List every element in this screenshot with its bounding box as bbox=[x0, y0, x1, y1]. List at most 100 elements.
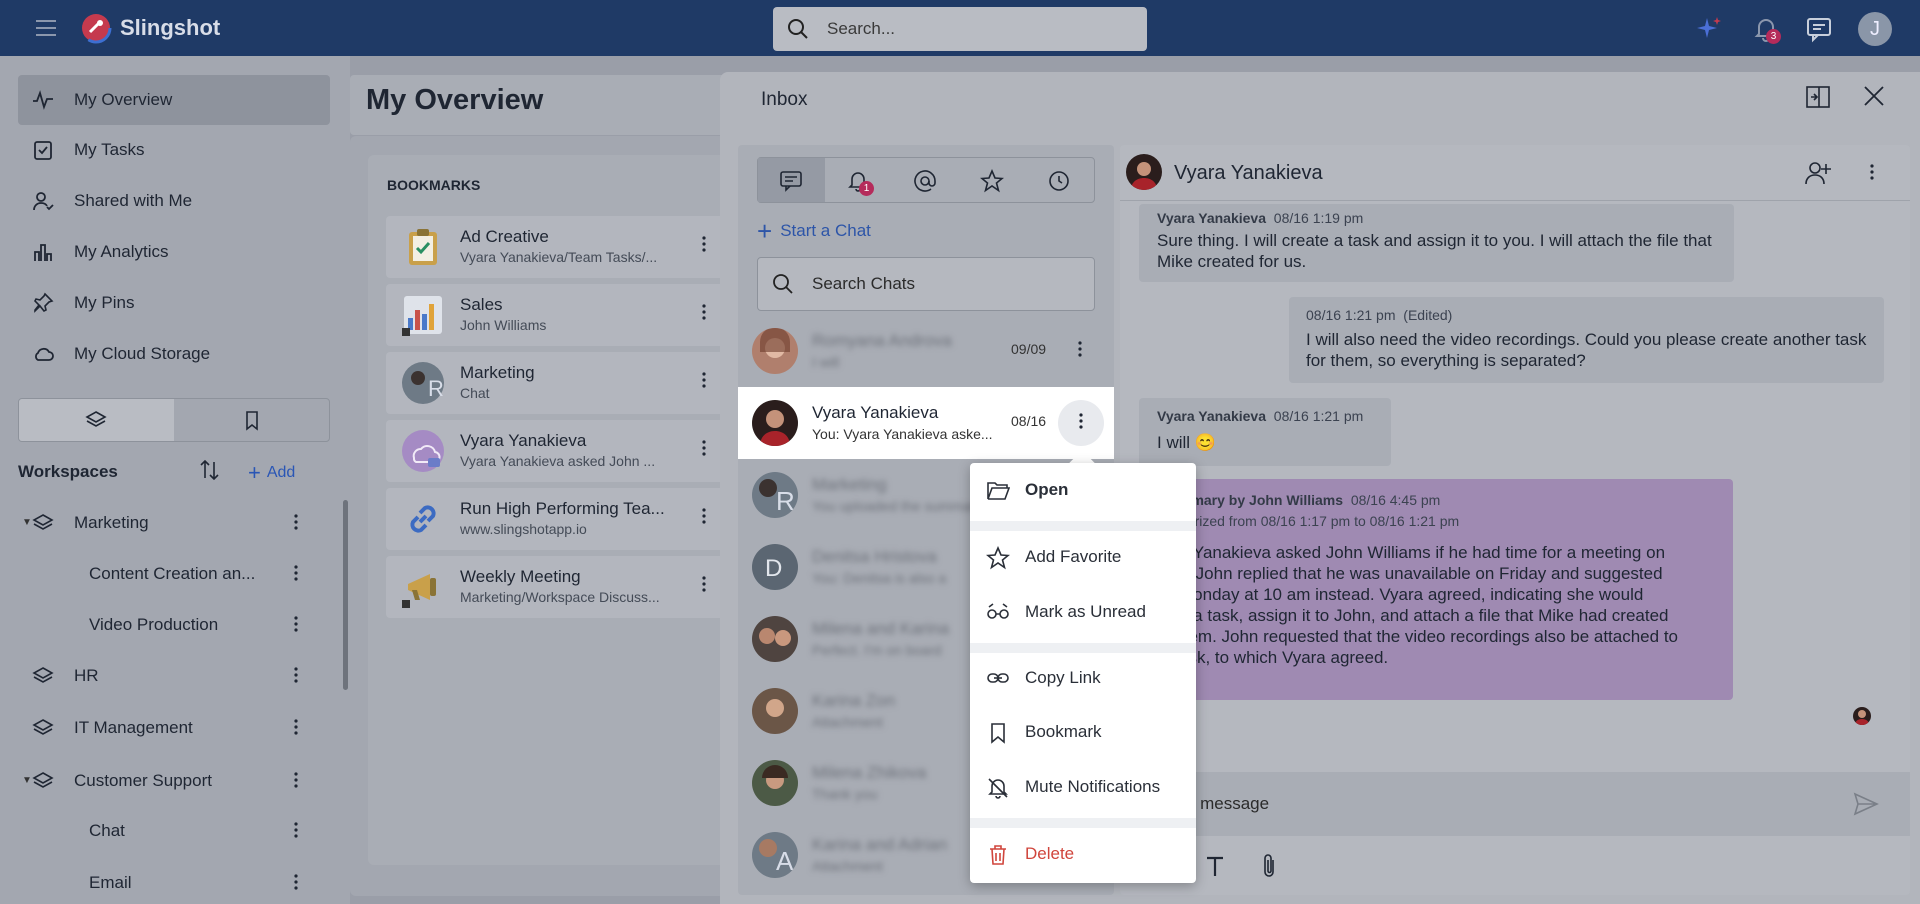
tree-item-customer-support[interactable]: ▼ Customer Support bbox=[0, 760, 320, 802]
avatar bbox=[752, 688, 798, 734]
unread-glasses-icon bbox=[986, 601, 1010, 623]
avatar bbox=[752, 400, 798, 446]
summary-meta: mmary by John Williams 08/16 4:45 pm bbox=[1179, 492, 1441, 508]
read-receipt-avatar bbox=[1853, 707, 1871, 725]
nav-shared-with-me[interactable]: Shared with Me bbox=[18, 176, 330, 226]
tab-history[interactable] bbox=[1026, 158, 1093, 202]
caret-down-icon[interactable]: ▼ bbox=[22, 775, 32, 786]
chat-search[interactable] bbox=[757, 257, 1095, 311]
menu-item-copy-link[interactable]: Copy Link bbox=[970, 654, 1196, 702]
message-bubble[interactable]: Vyara Yanakieva 08/16 1:19 pm Sure thing… bbox=[1139, 204, 1734, 282]
tree-item-hr[interactable]: HR bbox=[0, 655, 320, 697]
add-workspace-button[interactable]: + Add bbox=[248, 460, 295, 486]
menu-label: Mark as Unread bbox=[1025, 602, 1146, 621]
plus-icon: + bbox=[248, 460, 261, 485]
start-chat-button[interactable]: + Start a Chat bbox=[757, 216, 871, 247]
tab-chats[interactable] bbox=[758, 158, 825, 202]
more-options-icon[interactable] bbox=[286, 614, 306, 634]
avatar[interactable] bbox=[1126, 154, 1162, 190]
nav-my-pins[interactable]: My Pins bbox=[18, 278, 330, 328]
chat-icon bbox=[780, 171, 802, 192]
bookmark-item[interactable]: Sales John Williams bbox=[386, 284, 726, 346]
attachment-icon[interactable] bbox=[1258, 852, 1280, 880]
more-options-icon[interactable] bbox=[694, 574, 714, 594]
tree-item-content-creation[interactable]: Content Creation an... bbox=[0, 553, 320, 595]
bookmark-item[interactable]: Ad Creative Vyara Yanakieva/Team Tasks/.… bbox=[386, 216, 726, 278]
bookmarks-view-tab[interactable] bbox=[175, 399, 330, 441]
ai-sparkle-icon[interactable] bbox=[1694, 14, 1724, 44]
more-options-icon[interactable] bbox=[286, 872, 306, 892]
more-options-icon[interactable] bbox=[694, 370, 714, 390]
text-format-icon[interactable] bbox=[1204, 854, 1226, 878]
sidebar-scrollbar[interactable] bbox=[343, 500, 348, 690]
more-options-icon[interactable] bbox=[286, 770, 306, 790]
avatar: D bbox=[752, 544, 798, 590]
nav-my-cloud-storage[interactable]: My Cloud Storage bbox=[18, 329, 330, 379]
global-search-input[interactable] bbox=[827, 15, 1127, 43]
close-icon[interactable] bbox=[1862, 84, 1886, 108]
menu-item-add-favorite[interactable]: Add Favorite bbox=[970, 533, 1196, 581]
tree-item-chat[interactable]: Chat bbox=[0, 810, 320, 852]
ai-summary-bubble[interactable]: mmary by John Williams 08/16 4:45 pm nar… bbox=[1139, 479, 1733, 700]
tab-mentions[interactable] bbox=[892, 158, 959, 202]
more-options-icon[interactable] bbox=[1862, 162, 1882, 182]
send-icon[interactable] bbox=[1852, 790, 1880, 818]
more-options-icon[interactable] bbox=[286, 820, 306, 840]
start-chat-label: Start a Chat bbox=[780, 221, 871, 240]
chat-list-item[interactable]: Romyana Androva I will 09/09 bbox=[738, 315, 1114, 387]
menu-item-open[interactable]: Open bbox=[970, 466, 1196, 514]
tree-item-marketing[interactable]: ▼ Marketing bbox=[0, 502, 320, 544]
chat-search-input[interactable] bbox=[812, 272, 1072, 296]
menu-item-delete[interactable]: Delete bbox=[970, 830, 1196, 878]
notifications-count-badge: 3 bbox=[1766, 29, 1781, 44]
more-options-icon[interactable] bbox=[694, 438, 714, 458]
menu-item-bookmark[interactable]: Bookmark bbox=[970, 708, 1196, 756]
bookmark-item[interactable]: Run High Performing Tea... www.slingshot… bbox=[386, 488, 726, 550]
message-input[interactable] bbox=[1150, 792, 1790, 816]
more-options-icon[interactable] bbox=[286, 512, 306, 532]
menu-item-mute-notifications[interactable]: Mute Notifications bbox=[970, 763, 1196, 811]
tree-item-email[interactable]: Email bbox=[0, 862, 320, 904]
nav-my-overview[interactable]: My Overview bbox=[18, 75, 330, 125]
more-options-icon[interactable] bbox=[694, 506, 714, 526]
bookmark-item[interactable]: R Marketing Chat bbox=[386, 352, 726, 414]
dock-panel-icon[interactable] bbox=[1805, 84, 1831, 110]
workspaces-view-tab[interactable] bbox=[19, 399, 174, 441]
bookmark-item[interactable]: Vyara Yanakieva Vyara Yanakieva asked Jo… bbox=[386, 420, 726, 482]
more-options-icon[interactable] bbox=[286, 665, 306, 685]
tab-notifications[interactable]: 1 bbox=[825, 158, 892, 202]
chat-preview: You: Denitsa is also a bbox=[812, 570, 947, 586]
chat-date: 08/16 bbox=[1011, 413, 1047, 429]
message-bubble[interactable]: Vyara Yanakieva 08/16 1:21 pm I will 😊 bbox=[1139, 398, 1391, 466]
message-bubble-own[interactable]: 08/16 1:21 pm (Edited) I will also need … bbox=[1289, 297, 1884, 383]
inbox-chat-icon[interactable] bbox=[1804, 14, 1834, 44]
user-avatar[interactable]: J bbox=[1858, 12, 1892, 46]
hamburger-menu-icon[interactable] bbox=[34, 16, 58, 40]
more-options-icon[interactable] bbox=[286, 563, 306, 583]
message-meta: Vyara Yanakieva 08/16 1:21 pm bbox=[1157, 408, 1364, 424]
more-options-icon[interactable] bbox=[694, 302, 714, 322]
tree-item-it-management[interactable]: IT Management bbox=[0, 707, 320, 749]
nav-label: My Overview bbox=[74, 90, 173, 109]
menu-item-mark-as-unread[interactable]: Mark as Unread bbox=[970, 588, 1196, 636]
global-search[interactable] bbox=[773, 7, 1147, 51]
task-checklist-icon bbox=[32, 139, 54, 161]
cloud-icon bbox=[32, 343, 54, 365]
more-options-icon[interactable] bbox=[286, 717, 306, 737]
add-participant-icon[interactable] bbox=[1804, 160, 1832, 186]
group-avatar: R bbox=[752, 472, 798, 518]
more-options-icon[interactable] bbox=[1058, 400, 1104, 446]
nav-my-analytics[interactable]: My Analytics bbox=[18, 227, 330, 277]
more-options-icon[interactable] bbox=[694, 234, 714, 254]
tree-item-video-production[interactable]: Video Production bbox=[0, 604, 320, 646]
sort-icon[interactable] bbox=[198, 458, 222, 482]
nav-my-tasks[interactable]: My Tasks bbox=[18, 125, 330, 175]
notifications-bell-icon[interactable]: 3 bbox=[1751, 14, 1781, 44]
tab-favorites[interactable] bbox=[959, 158, 1026, 202]
more-options-icon[interactable] bbox=[1070, 339, 1090, 359]
plus-icon: + bbox=[757, 216, 773, 246]
bookmark-item[interactable]: Weekly Meeting Marketing/Workspace Discu… bbox=[386, 556, 726, 618]
caret-down-icon[interactable]: ▼ bbox=[22, 517, 32, 528]
chat-list-item-selected[interactable]: Vyara Yanakieva You: Vyara Yanakieva ask… bbox=[738, 387, 1114, 459]
dashboard-chart-icon bbox=[402, 294, 444, 336]
